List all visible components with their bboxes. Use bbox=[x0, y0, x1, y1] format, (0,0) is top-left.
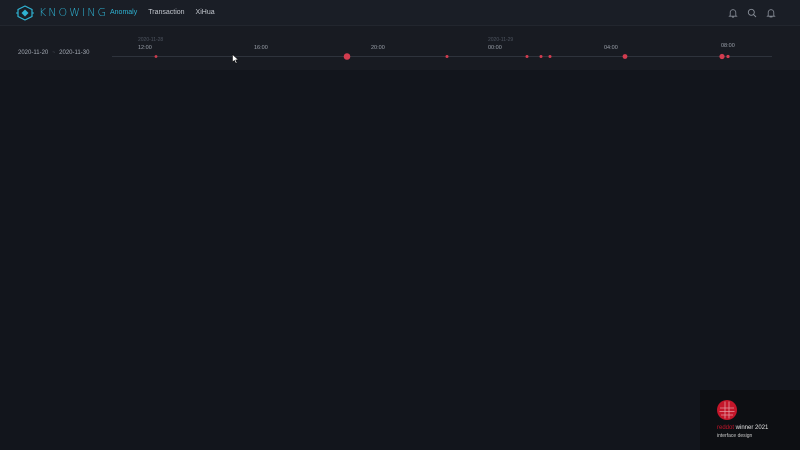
award-category: interface design bbox=[717, 433, 753, 439]
timeline-time-tick: 08:00 bbox=[721, 43, 735, 49]
timeline-date-label: 2020-11-29 bbox=[488, 37, 513, 43]
anomaly-event-marker[interactable] bbox=[445, 55, 449, 58]
anomaly-event-marker[interactable] bbox=[726, 54, 730, 59]
timeline-time-tick: 04:00 bbox=[604, 45, 618, 51]
anomaly-event-marker[interactable] bbox=[343, 53, 351, 60]
anomaly-event-marker[interactable] bbox=[525, 55, 529, 58]
award-brand-red: red bbox=[717, 425, 726, 431]
search-icon[interactable] bbox=[747, 8, 757, 18]
timeline-date-label: 2020-11-28 bbox=[138, 37, 163, 43]
main-nav: Anomaly Transaction XiHua bbox=[110, 0, 226, 25]
mouse-cursor-icon bbox=[232, 54, 239, 64]
header-actions bbox=[719, 0, 776, 25]
notification-icon[interactable] bbox=[766, 8, 776, 18]
timeline-bar: 2020-11-20 ~ 2020-11-30 2020-11-28 2020-… bbox=[0, 26, 800, 70]
anomaly-event-marker[interactable] bbox=[154, 55, 158, 58]
logo-icon bbox=[16, 4, 34, 21]
logo-text: KNOWING bbox=[39, 6, 108, 19]
red-dot-logo-icon bbox=[717, 400, 737, 420]
anomaly-event-marker[interactable] bbox=[548, 55, 552, 58]
award-winner-text: winner 2021 bbox=[734, 425, 769, 431]
nav-item-xihua[interactable]: XiHua bbox=[196, 0, 215, 25]
app-logo[interactable]: KNOWING bbox=[16, 4, 108, 21]
app-window: KNOWING Anomaly Transaction XiHua 2020-1… bbox=[0, 0, 800, 450]
timeline-time-tick: 16:00 bbox=[254, 45, 268, 51]
nav-item-anomaly[interactable]: Anomaly bbox=[110, 0, 137, 25]
award-brand-dot: dot bbox=[725, 425, 735, 431]
anomaly-event-marker[interactable] bbox=[539, 55, 543, 58]
red-dot-award-badge: reddot winner 2021 interface design bbox=[700, 390, 800, 450]
nav-item-transaction[interactable]: Transaction bbox=[148, 0, 184, 25]
timeline-time-tick: 00:00 bbox=[488, 45, 502, 51]
anomaly-event-marker[interactable] bbox=[622, 54, 628, 59]
award-title: reddot winner 2021 bbox=[717, 425, 768, 431]
anomaly-event-marker[interactable] bbox=[719, 53, 725, 60]
timeline-time-tick: 20:00 bbox=[371, 45, 385, 51]
bell-icon[interactable] bbox=[728, 8, 738, 18]
top-navigation-bar: KNOWING Anomaly Transaction XiHua bbox=[0, 0, 800, 26]
timeline-time-tick: 12:00 bbox=[138, 45, 152, 51]
timeline-track[interactable]: 2020-11-28 2020-11-29 12:00 16:00 20:00 … bbox=[0, 26, 800, 70]
